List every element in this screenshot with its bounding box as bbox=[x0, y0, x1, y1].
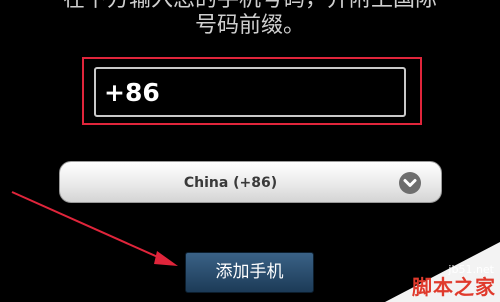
watermark: jb51.net 脚本之家 bbox=[360, 242, 500, 302]
add-phone-button[interactable]: 添加手机 bbox=[185, 252, 314, 293]
watermark-name: 脚本之家 bbox=[412, 275, 496, 299]
